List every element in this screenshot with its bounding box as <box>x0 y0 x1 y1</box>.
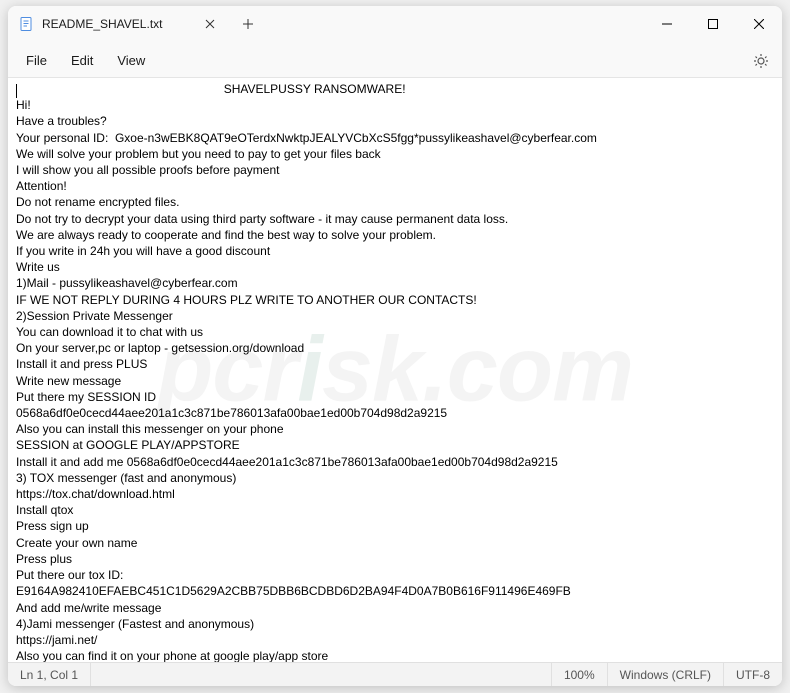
maximize-icon <box>708 19 718 29</box>
file-tab[interactable]: README_SHAVEL.txt <box>8 6 230 42</box>
close-icon <box>754 19 764 29</box>
status-position[interactable]: Ln 1, Col 1 <box>8 663 91 686</box>
status-line-ending[interactable]: Windows (CRLF) <box>607 663 723 686</box>
close-icon <box>205 19 215 29</box>
menu-file[interactable]: File <box>14 49 59 72</box>
notepad-icon <box>18 16 34 32</box>
close-window-button[interactable] <box>736 6 782 42</box>
editor-content[interactable]: pcrisk.com SHAVELPUSSY RANSOMWARE! Hi! H… <box>8 78 782 662</box>
settings-button[interactable] <box>746 46 776 76</box>
statusbar: Ln 1, Col 1 100% Windows (CRLF) UTF-8 <box>8 662 782 686</box>
menu-view[interactable]: View <box>105 49 157 72</box>
maximize-button[interactable] <box>690 6 736 42</box>
titlebar: README_SHAVEL.txt <box>8 6 782 44</box>
minimize-icon <box>662 19 672 29</box>
add-tab-button[interactable] <box>230 6 266 42</box>
plus-icon <box>242 18 254 30</box>
menu-edit[interactable]: Edit <box>59 49 105 72</box>
window-controls <box>644 6 782 42</box>
close-tab-button[interactable] <box>198 12 222 36</box>
gear-icon <box>753 53 769 69</box>
tab-title: README_SHAVEL.txt <box>42 17 198 31</box>
document-text: SHAVELPUSSY RANSOMWARE! Hi! Have a troub… <box>16 82 778 662</box>
status-zoom[interactable]: 100% <box>551 663 607 686</box>
menubar: File Edit View <box>8 44 782 78</box>
minimize-button[interactable] <box>644 6 690 42</box>
status-encoding[interactable]: UTF-8 <box>723 663 782 686</box>
notepad-window: README_SHAVEL.txt File Edit View <box>8 6 782 686</box>
